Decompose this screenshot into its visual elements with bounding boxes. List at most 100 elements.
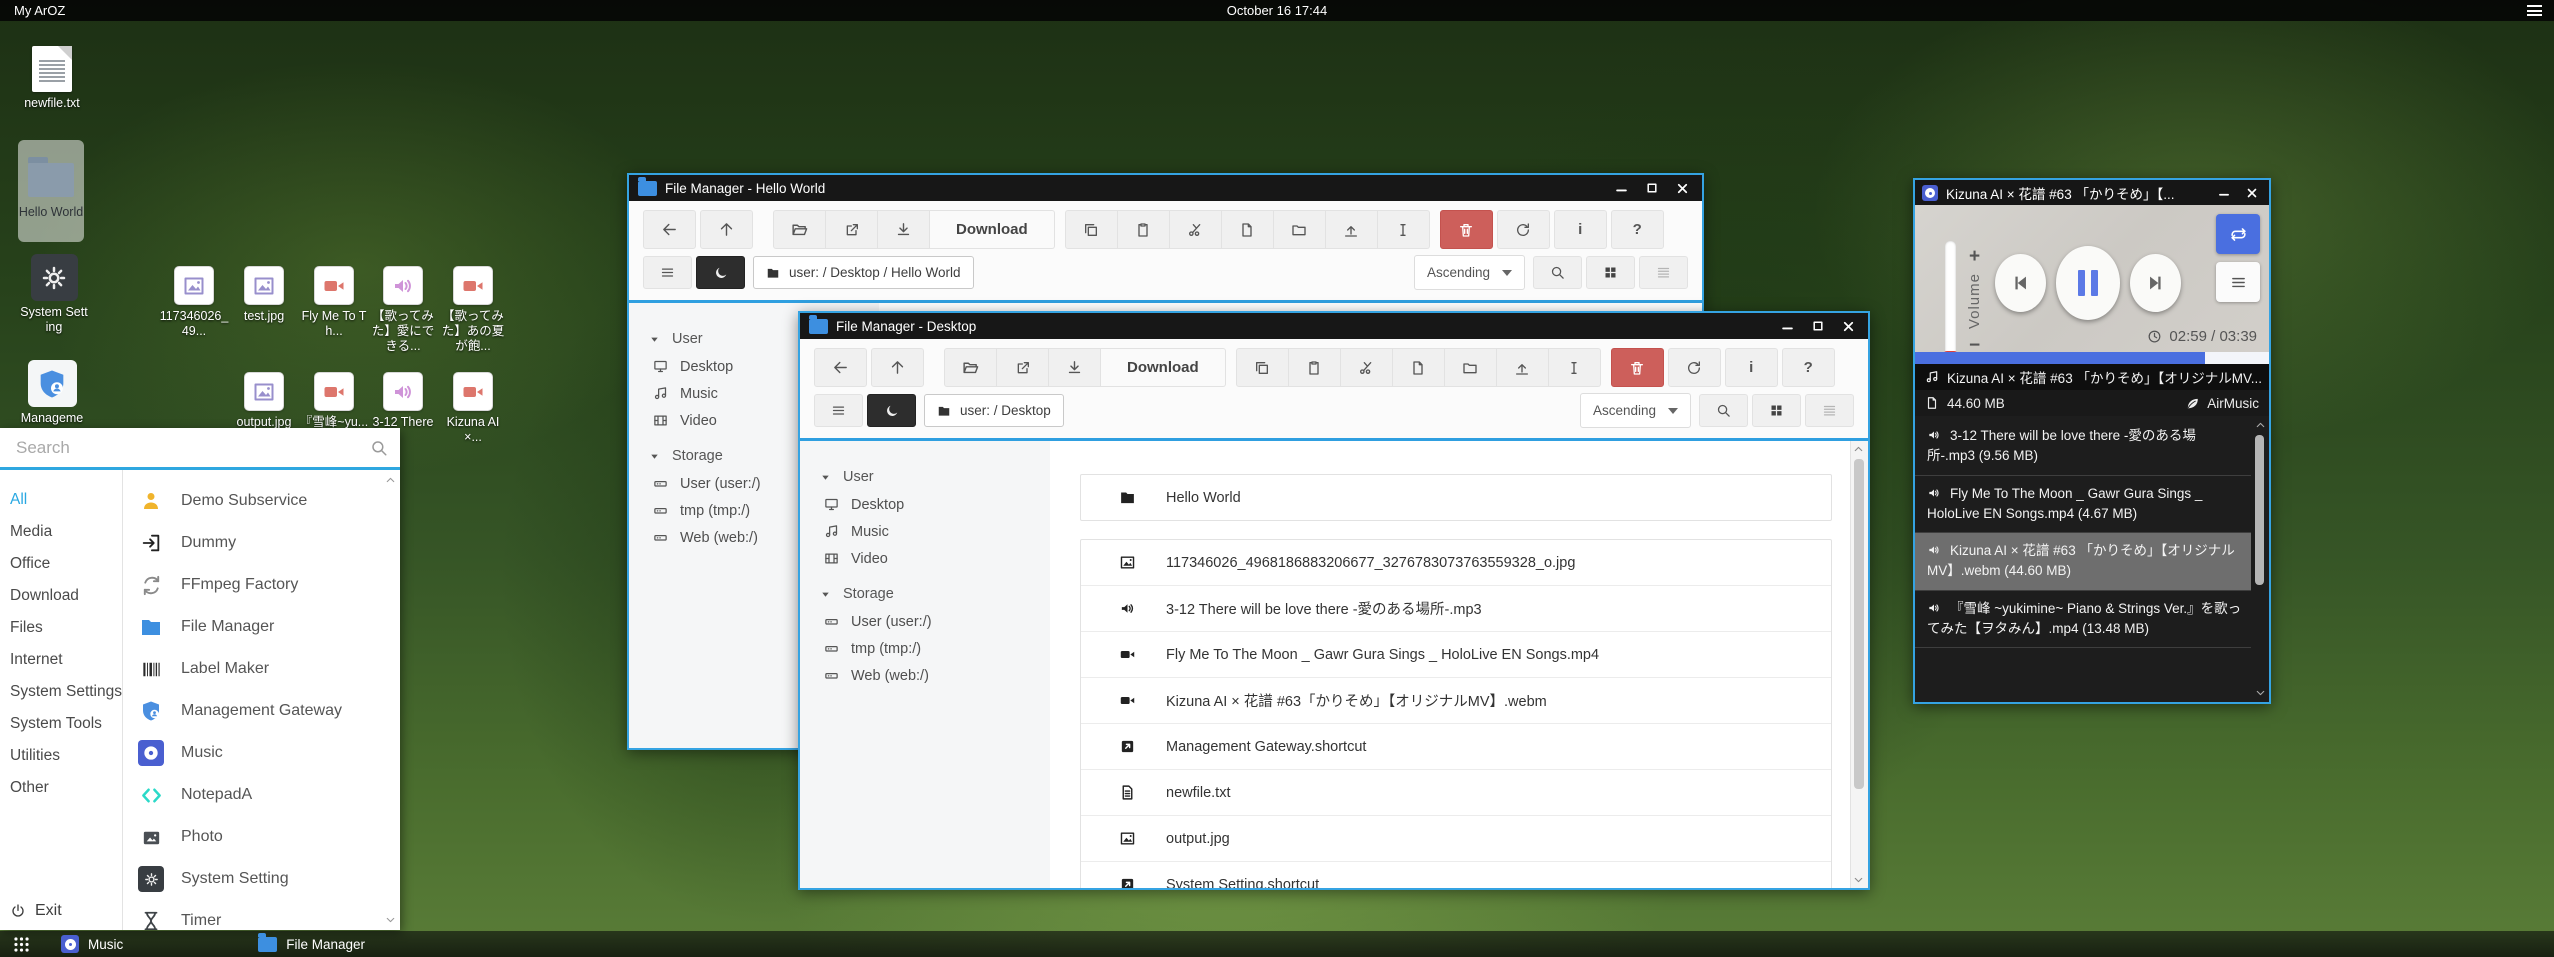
help-button[interactable]: ? <box>1782 348 1835 387</box>
help-button[interactable]: ? <box>1611 210 1664 249</box>
category-all[interactable]: All <box>0 484 122 516</box>
refresh-button[interactable] <box>1497 210 1550 249</box>
playlist-scrollbar[interactable] <box>2253 419 2267 699</box>
pause-button[interactable] <box>2056 246 2121 320</box>
rename-button[interactable] <box>1549 348 1601 387</box>
refresh-button[interactable] <box>1668 348 1721 387</box>
app-timer[interactable]: Timer <box>138 900 400 930</box>
download-icon-button[interactable] <box>878 210 930 249</box>
open-in-new-button[interactable] <box>826 210 878 249</box>
app-photo[interactable]: Photo <box>138 816 400 858</box>
app-dummy[interactable]: Dummy <box>138 522 400 564</box>
new-folder-button[interactable] <box>1274 210 1326 249</box>
file-row-hello-world[interactable]: Hello World <box>1081 475 1831 520</box>
scroll-down-icon[interactable] <box>1852 873 1865 886</box>
desktop-icon-management-gateway[interactable]: Manageme <box>17 360 87 426</box>
category-office[interactable]: Office <box>0 548 122 580</box>
cut-button[interactable] <box>1341 348 1393 387</box>
search-icon[interactable] <box>370 439 388 457</box>
title-bar[interactable]: File Manager - Desktop <box>800 313 1868 339</box>
progress-bar[interactable] <box>1915 352 2269 364</box>
playlist-item[interactable]: Fly Me To The Moon _ Gawr Gura Sings _ H… <box>1915 476 2251 534</box>
upload-button[interactable] <box>1497 348 1549 387</box>
search-input[interactable] <box>0 437 400 459</box>
scroll-up-icon[interactable] <box>1852 443 1865 456</box>
desktop-icon-yukimine[interactable]: 『雪峰~yu... <box>299 372 369 430</box>
scroll-thumb[interactable] <box>2255 435 2264 585</box>
desktop-icon-3-12[interactable]: 3-12 There <box>368 372 438 430</box>
upload-button[interactable] <box>1326 210 1378 249</box>
close-button[interactable] <box>2245 186 2259 200</box>
download-button[interactable]: Download <box>930 210 1055 249</box>
app-music[interactable]: Music <box>138 732 400 774</box>
paste-button[interactable] <box>1118 210 1170 249</box>
sort-dropdown[interactable]: Ascending <box>1414 255 1525 290</box>
next-button[interactable] <box>2130 254 2181 312</box>
file-row-newfile-txt[interactable]: newfile.txt <box>1081 769 1831 815</box>
minimize-button[interactable] <box>1614 181 1629 196</box>
breadcrumb[interactable]: user: / Desktop / Hello World <box>753 256 974 289</box>
volume-slider[interactable] <box>1945 241 1956 363</box>
desktop-icon-system-setting[interactable]: System Setting <box>19 254 89 335</box>
desktop-icon-newfile[interactable]: newfile.txt <box>17 46 87 111</box>
playlist-menu-button[interactable] <box>2216 262 2260 302</box>
maximize-button[interactable] <box>1811 319 1825 333</box>
scroll-thumb[interactable] <box>1854 459 1864 789</box>
menu-bars-button[interactable] <box>643 256 692 289</box>
rename-button[interactable] <box>1378 210 1430 249</box>
file-row-117346026[interactable]: 117346026_4968186883206677_3276783073763… <box>1081 540 1831 585</box>
file-row-management-shortcut[interactable]: Management Gateway.shortcut <box>1081 723 1831 769</box>
app-grid-button[interactable] <box>12 935 31 954</box>
category-utilities[interactable]: Utilities <box>0 740 122 772</box>
copy-button[interactable] <box>1065 210 1118 249</box>
minimize-button[interactable] <box>1780 319 1795 334</box>
delete-button[interactable] <box>1440 210 1493 249</box>
file-row-kizuna-webm[interactable]: Kizuna AI × 花譜 #63「かりそめ」【オリジナルMV】.webm <box>1081 677 1831 723</box>
up-button[interactable] <box>871 348 924 387</box>
volume-up-label[interactable]: + <box>1969 247 1980 266</box>
app-ffmpeg-factory[interactable]: FFmpeg Factory <box>138 564 400 606</box>
playlist-item[interactable]: 『雪峰 ~yukimine~ Piano & Strings Ver.』を歌って… <box>1915 591 2251 649</box>
open-button[interactable] <box>944 348 997 387</box>
desktop-icon-hello-world[interactable]: Hello World <box>18 140 88 242</box>
back-button[interactable] <box>814 348 867 387</box>
title-bar[interactable]: File Manager - Hello World <box>629 175 1702 201</box>
info-button[interactable]: i <box>1725 348 1778 387</box>
copy-button[interactable] <box>1236 348 1289 387</box>
exit-button[interactable]: Exit <box>10 902 62 920</box>
up-button[interactable] <box>700 210 753 249</box>
open-in-new-button[interactable] <box>997 348 1049 387</box>
list-view-button[interactable] <box>1639 256 1688 289</box>
search-button[interactable] <box>1533 256 1582 289</box>
sidebar-item-music[interactable]: Music <box>800 518 1050 545</box>
file-row-3-12-mp3[interactable]: 3-12 There will be love there -愛のある場所-.m… <box>1081 585 1831 631</box>
category-system-tools[interactable]: System Tools <box>0 708 122 740</box>
repeat-button[interactable] <box>2216 214 2260 254</box>
new-folder-button[interactable] <box>1445 348 1497 387</box>
sidebar-section-storage[interactable]: Storage <box>800 580 1050 608</box>
sidebar-item-web-drive[interactable]: Web (web:/) <box>800 662 1050 689</box>
list-view-button[interactable] <box>1805 394 1854 427</box>
app-label-maker[interactable]: Label Maker <box>138 648 400 690</box>
desktop-icon-test-jpg[interactable]: test.jpg <box>229 266 299 324</box>
category-system-settings[interactable]: System Settings <box>0 676 122 708</box>
scroll-up-icon[interactable] <box>384 474 397 487</box>
close-button[interactable] <box>1675 181 1690 196</box>
category-media[interactable]: Media <box>0 516 122 548</box>
app-notepada[interactable]: NotepadA <box>138 774 400 816</box>
file-row-output-jpg[interactable]: output.jpg <box>1081 815 1831 861</box>
minimize-button[interactable] <box>2217 186 2231 200</box>
category-files[interactable]: Files <box>0 612 122 644</box>
paste-button[interactable] <box>1289 348 1341 387</box>
app-system-setting[interactable]: System Setting <box>138 858 400 900</box>
category-internet[interactable]: Internet <box>0 644 122 676</box>
taskbar-item-music[interactable]: Music <box>61 935 123 953</box>
dark-mode-toggle[interactable] <box>867 394 916 427</box>
scroll-down-icon[interactable] <box>2254 686 2267 699</box>
desktop-icon-fly-me[interactable]: Fly Me To Th... <box>299 266 369 339</box>
close-button[interactable] <box>1841 319 1856 334</box>
cut-button[interactable] <box>1170 210 1222 249</box>
breadcrumb[interactable]: user: / Desktop <box>924 394 1064 427</box>
category-other[interactable]: Other <box>0 772 122 804</box>
menu-bars-button[interactable] <box>814 394 863 427</box>
